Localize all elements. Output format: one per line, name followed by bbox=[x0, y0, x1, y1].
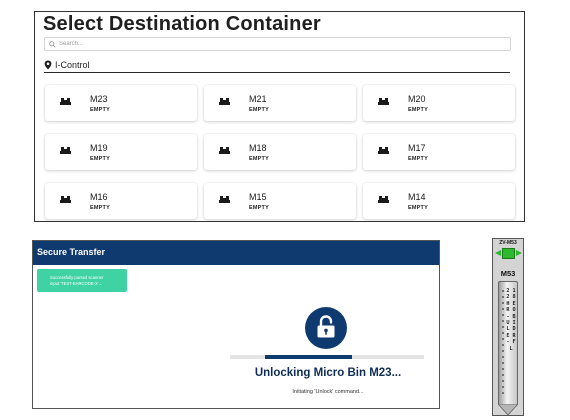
success-toast[interactable]: Successfully parsed scanner input 'TEST-… bbox=[37, 269, 127, 292]
toast-line-2: input 'TEST-BARCODE-X'... bbox=[50, 281, 103, 286]
container-status: EMPTY bbox=[408, 205, 428, 211]
bin-top-label: ZV-M53 bbox=[499, 240, 517, 246]
container-card-m23[interactable]: M23 EMPTY bbox=[45, 85, 197, 121]
location-header: I-Control bbox=[44, 57, 510, 73]
container-name: M17 bbox=[408, 143, 426, 153]
unlock-substatus-text: Initiating 'Unlock' command... bbox=[292, 389, 364, 395]
bin-label-panel: ZV-M53 M53 2 1 2 8 H E R O - B U I L D E… bbox=[492, 238, 524, 416]
container-card-m18[interactable]: M18 EMPTY bbox=[204, 134, 356, 170]
bin-dot bbox=[502, 308, 504, 310]
container-card-m17[interactable]: M17 EMPTY bbox=[363, 134, 515, 170]
bin-tip-icon bbox=[498, 404, 518, 415]
bin-vertical-text: 2 1 2 8 H E R O - B U I L D E R - F L bbox=[506, 288, 516, 352]
bin-dot bbox=[502, 350, 504, 352]
location-label: I-Control bbox=[55, 59, 90, 70]
bin-indicator bbox=[502, 248, 515, 259]
container-status: EMPTY bbox=[408, 107, 428, 113]
container-name: M18 bbox=[249, 143, 267, 153]
container-name: M15 bbox=[249, 192, 267, 202]
container-name: M16 bbox=[90, 192, 108, 202]
bin-icon bbox=[60, 196, 71, 203]
bin-dot bbox=[502, 314, 504, 316]
bin-icon bbox=[378, 147, 389, 154]
container-card-m15[interactable]: M15 EMPTY bbox=[204, 183, 356, 219]
container-status: EMPTY bbox=[90, 107, 110, 113]
bin-dot bbox=[502, 386, 504, 388]
bin-icon bbox=[378, 98, 389, 105]
container-status: EMPTY bbox=[249, 107, 269, 113]
bin-dots bbox=[502, 290, 505, 394]
container-name: M19 bbox=[90, 143, 108, 153]
container-card-m16[interactable]: M16 EMPTY bbox=[45, 183, 197, 219]
container-name: M20 bbox=[408, 94, 426, 104]
secure-transfer-title: Secure Transfer bbox=[37, 247, 106, 257]
bin-dot bbox=[502, 368, 504, 370]
container-card-m14[interactable]: M14 EMPTY bbox=[363, 183, 515, 219]
bin-dot bbox=[502, 302, 504, 304]
select-destination-panel: Select Destination Container I-Control M… bbox=[34, 11, 525, 222]
bin-dot bbox=[502, 356, 504, 358]
bin-dot bbox=[502, 296, 504, 298]
bin-dot bbox=[502, 326, 504, 328]
search-input[interactable] bbox=[59, 41, 479, 47]
bin-dot bbox=[502, 392, 504, 394]
bin-dot bbox=[502, 332, 504, 334]
bin-icon bbox=[378, 196, 389, 203]
secure-transfer-panel: Secure Transfer Successfully parsed scan… bbox=[32, 240, 440, 409]
secure-transfer-header: Secure Transfer bbox=[33, 241, 439, 265]
search-icon bbox=[49, 40, 56, 48]
bin-dot bbox=[502, 362, 504, 364]
container-name: M14 bbox=[408, 192, 426, 202]
bin-dot bbox=[502, 344, 504, 346]
bin-icon bbox=[219, 196, 230, 203]
container-status: EMPTY bbox=[90, 205, 110, 211]
bin-icon bbox=[60, 98, 71, 105]
bin-dot bbox=[502, 290, 504, 292]
container-card-m19[interactable]: M19 EMPTY bbox=[45, 134, 197, 170]
container-name: M23 bbox=[90, 94, 108, 104]
container-status: EMPTY bbox=[408, 156, 428, 162]
toast-line-1: Successfully parsed scanner bbox=[50, 275, 104, 280]
arrow-right-icon bbox=[516, 250, 522, 256]
page-title: Select Destination Container bbox=[43, 13, 321, 35]
bin-body: 2 1 2 8 H E R O - B U I L D E R - F L bbox=[498, 281, 518, 405]
map-pin-icon bbox=[44, 60, 52, 69]
bin-dot bbox=[502, 374, 504, 376]
bin-icon bbox=[219, 98, 230, 105]
container-status: EMPTY bbox=[249, 205, 269, 211]
unlock-progress-bar bbox=[230, 355, 424, 359]
container-card-m20[interactable]: M20 EMPTY bbox=[363, 85, 515, 121]
bin-icon bbox=[60, 147, 71, 154]
container-name: M21 bbox=[249, 94, 267, 104]
container-status: EMPTY bbox=[90, 156, 110, 162]
bin-dot bbox=[502, 380, 504, 382]
arrow-left-icon bbox=[495, 250, 501, 256]
container-status: EMPTY bbox=[249, 156, 269, 162]
bin-name: M53 bbox=[500, 269, 516, 278]
bin-dot bbox=[502, 320, 504, 322]
search-bar[interactable] bbox=[44, 37, 511, 51]
container-card-m21[interactable]: M21 EMPTY bbox=[204, 85, 356, 121]
unlock-icon bbox=[317, 315, 335, 338]
bin-dot bbox=[502, 338, 504, 340]
bin-icon bbox=[219, 147, 230, 154]
unlock-indicator bbox=[305, 307, 347, 349]
unlock-status-text: Unlocking Micro Bin M23... bbox=[254, 367, 402, 379]
unlock-progress-fill bbox=[265, 355, 352, 359]
